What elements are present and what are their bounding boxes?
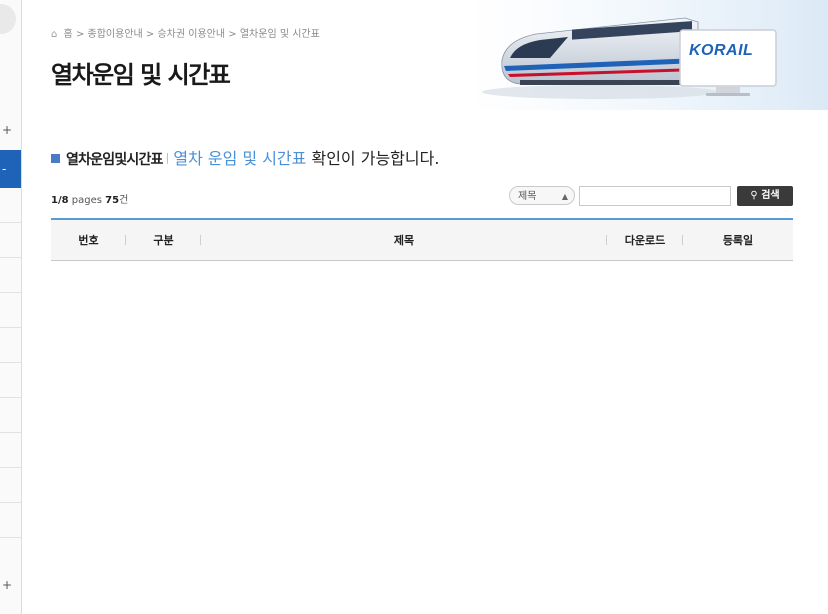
breadcrumb-item[interactable]: 홈 (64, 29, 73, 40)
search-button[interactable]: ⚲ 검색 (737, 186, 793, 206)
sidebar-divider (0, 327, 21, 328)
sidebar-divider (0, 362, 21, 363)
sidebar-divider (0, 432, 21, 433)
sidebar-divider (0, 257, 21, 258)
section-highlight: 열차 운임 및 시간표 (173, 149, 307, 168)
page-title: 열차운임 및 시간표 (51, 61, 231, 89)
section-divider: | (165, 151, 170, 164)
breadcrumb: ⌂ 홈 > 종합이용안내 > 승차권 이용안내 > 열차운임 및 시간표 (51, 25, 320, 40)
search-button-label: 검색 (761, 190, 780, 201)
column-header-title: 제목 (201, 219, 607, 261)
sidebar-divider (0, 222, 21, 223)
train-illustration: 75시간표파업시 경부장항선 시각표다운로드2023-09-1374시간표파업시… (480, 0, 828, 110)
total-count: 75 (105, 195, 120, 206)
korail-logo[interactable]: KORAIL (689, 42, 753, 60)
section-description: 확인이 가능합니다. (306, 149, 440, 168)
breadcrumb-separator: > (228, 29, 237, 40)
search-icon: ⚲ (750, 190, 758, 201)
search-select-value: 제목 (518, 191, 537, 202)
column-header-number: 번호 (51, 219, 126, 261)
breadcrumb-item[interactable]: 열차운임 및 시간표 (240, 29, 320, 40)
section-title: 열차운임및시간표 (66, 152, 163, 168)
home-icon[interactable]: ⌂ (51, 29, 57, 40)
count-unit: 건 (119, 195, 129, 206)
sidebar-divider (0, 292, 21, 293)
breadcrumb-separator: > (145, 29, 155, 40)
breadcrumb-item[interactable]: 종합이용안내 (88, 29, 143, 40)
sidebar-divider (0, 537, 21, 538)
sidebar-item-active[interactable]: - (0, 150, 21, 188)
breadcrumb-item[interactable]: 승차권 이용안내 (157, 29, 225, 40)
timetable-list: 번호 구분 제목 다운로드 등록일 (51, 218, 793, 261)
sidebar-collapse-icon: - (2, 162, 7, 176)
column-header-date: 등록일 (683, 219, 793, 261)
search-field-select[interactable]: 제목 ▲ (509, 186, 575, 205)
sidebar-divider (0, 397, 21, 398)
left-sidebar: + - + (0, 0, 22, 614)
page-current: 1/8 (51, 195, 69, 206)
breadcrumb-separator: > (75, 29, 85, 40)
updown-chevron-icon: ▲ (561, 192, 568, 201)
square-bullet-icon (51, 154, 60, 163)
sidebar-divider (0, 502, 21, 503)
column-header-download: 다운로드 (607, 219, 683, 261)
sidebar-expand-icon[interactable]: + (0, 123, 14, 137)
sidebar-divider (0, 467, 21, 468)
table-header-row: 번호 구분 제목 다운로드 등록일 (51, 219, 793, 261)
section-heading: 열차운임및시간표 | 열차 운임 및 시간표 확인이 가능합니다. (51, 145, 439, 169)
column-header-category: 구분 (126, 219, 201, 261)
page-label: pages (71, 195, 102, 206)
search-input[interactable] (579, 186, 731, 206)
sidebar-circle (0, 4, 16, 34)
pagination-info: 1/8 pages 75건 (51, 191, 128, 206)
sidebar-expand-icon[interactable]: + (0, 578, 14, 592)
